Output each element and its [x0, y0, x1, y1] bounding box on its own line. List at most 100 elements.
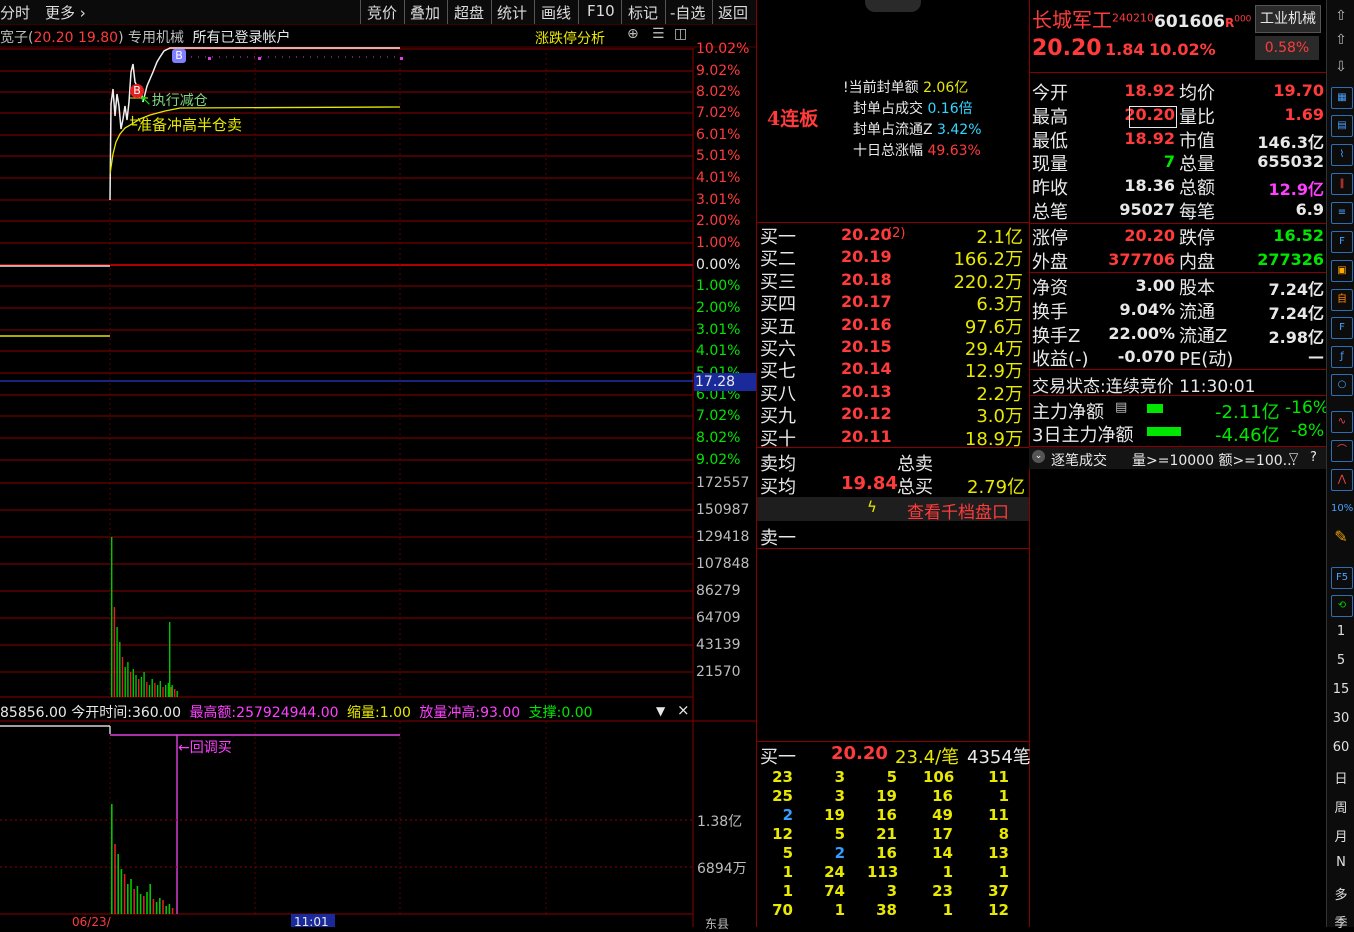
volume-bar [113, 607, 116, 697]
stat-label: 流通Z [1179, 325, 1228, 347]
settings-icon[interactable]: ⊕ [627, 26, 639, 42]
filter-icon[interactable]: ▽ [1289, 450, 1298, 464]
dropdown-icon[interactable]: ▼ [656, 704, 665, 718]
scroll-up-icon[interactable]: ⇧ [1331, 6, 1351, 26]
period-n[interactable]: N [1327, 855, 1354, 870]
queue-cell: 3 [886, 882, 897, 900]
queue-cell: 1 [782, 882, 793, 900]
tick-filter[interactable]: 量>=10000 额>=100... [1132, 450, 1296, 470]
circle-icon[interactable]: ○ [1331, 374, 1353, 396]
f10-icon[interactable]: F [1331, 231, 1353, 253]
pencil-icon[interactable]: ✎ [1331, 527, 1351, 547]
intraday-chart[interactable]: 宽子(20.20 19.80) 专用机械 所有已登录帐户 涨跌停分析 ⊕ ☰ ◫… [0, 24, 756, 931]
stat-value: 7 [1163, 152, 1175, 172]
tab-intraday[interactable]: 分时 [0, 2, 30, 23]
volume-bar [111, 537, 113, 697]
industry-badge[interactable]: 工业机械 [1255, 5, 1321, 33]
table-icon[interactable]: ▤ [1331, 115, 1353, 137]
period-week[interactable]: 周 [1327, 797, 1354, 816]
formula-icon[interactable]: ƒ [1331, 346, 1353, 368]
help-icon[interactable]: ? [1310, 450, 1317, 465]
mountain-icon[interactable]: ⌒ [1331, 440, 1353, 462]
depth-link[interactable]: 查看千档盘口 [907, 498, 1009, 523]
toolbar-button-overlay[interactable]: 叠加 [410, 2, 440, 23]
bid-price[interactable]: 20.17 [841, 292, 892, 311]
news-icon[interactable]: ▣ [1331, 260, 1353, 282]
toolbar-button-superdisk[interactable]: 超盘 [454, 2, 484, 23]
volume-bar [135, 675, 137, 697]
amount-bar [114, 844, 116, 914]
volume-bar [124, 667, 126, 697]
bid-price[interactable]: 20.15 [841, 337, 892, 356]
queue-cell: 25 [772, 787, 793, 805]
main-force-detail-icon[interactable]: ▤ [1115, 400, 1127, 415]
cursor-price: 17.28 [695, 374, 736, 390]
f5-icon[interactable]: F5 [1331, 567, 1353, 589]
queue-cell: 16 [932, 787, 953, 805]
refresh-icon[interactable]: ⟲ [1331, 595, 1353, 617]
volume-bar [171, 685, 173, 697]
queue-cell: 74 [824, 882, 845, 900]
toolbar-button-back[interactable]: 返回 [718, 2, 748, 23]
chart-icon[interactable]: ▦ [1331, 87, 1353, 109]
period-5min[interactable]: 5 [1327, 653, 1354, 668]
queue-cell: 1 [998, 787, 1009, 805]
wave-icon[interactable]: ∿ [1331, 411, 1353, 433]
toolbar-button-stats[interactable]: 统计 [497, 2, 527, 23]
volume-bar [162, 687, 164, 697]
order-book-panel: ⌃ 4连板 !当前封单额 2.06亿 封单占成交 0.16倍 封单占流通Z 3.… [756, 0, 1031, 927]
more-button[interactable]: 更多 › [45, 2, 86, 23]
stat-label: 净资 [1032, 278, 1068, 299]
queue-label: 买一 [760, 747, 796, 768]
arrow-down-icon[interactable]: ⇩ [1331, 57, 1351, 77]
queue-cell: 11 [988, 806, 1009, 824]
toolbar-button-mark[interactable]: 标记 [628, 2, 658, 23]
bid-price[interactable]: 20.18 [841, 270, 892, 289]
collapse-toggle-icon[interactable]: ⌃ [865, 0, 921, 12]
period-month[interactable]: 月 [1327, 826, 1354, 845]
tick-collapse-icon[interactable]: ⌄ [1032, 450, 1045, 463]
toolbar-button-f10[interactable]: F10 [587, 2, 615, 20]
stat-value: 18.92 [1124, 81, 1175, 100]
period-60min[interactable]: 60 [1327, 740, 1354, 755]
bid-price[interactable]: 20.14 [841, 359, 892, 378]
period-quarter[interactable]: 季 [1327, 912, 1354, 931]
buy-marker-blue[interactable]: B [172, 49, 186, 63]
list-icon[interactable]: ☰ [652, 26, 665, 42]
close-indicator-icon[interactable]: × [677, 701, 690, 719]
period-30min[interactable]: 30 [1327, 711, 1354, 726]
list-icon[interactable]: ≡ [1331, 202, 1353, 224]
self-icon[interactable]: 自 [1331, 289, 1353, 311]
f2-icon[interactable]: F [1331, 317, 1353, 339]
quote-panel: 长城军工240210601606R000 工业机械 20.20 1.84 10.… [1029, 0, 1329, 927]
zigzag-icon[interactable]: ⋀ [1331, 469, 1353, 491]
queue-count: 4354笔 [967, 747, 1031, 768]
toolbar-button-draw[interactable]: 画线 [541, 2, 571, 23]
bid-price[interactable]: 20.11 [841, 427, 892, 446]
panel-toggle-icon[interactable]: ◫ [674, 26, 687, 42]
axis-tick-label: 9.02% [696, 452, 741, 468]
arrow-up-icon[interactable]: ⇧ [1331, 30, 1351, 50]
ten-pct-icon[interactable]: 10% [1331, 499, 1353, 519]
period-day[interactable]: 日 [1327, 768, 1354, 787]
bid-price[interactable]: 20.19 [841, 247, 892, 266]
toolbar-button-watchlist[interactable]: -自选 [670, 2, 705, 23]
toolbar-button-auction[interactable]: 竞价 [367, 2, 397, 23]
amount-bar [155, 902, 158, 914]
bid-price[interactable]: 20.13 [841, 382, 892, 401]
line-chart-icon[interactable]: ⌇ [1331, 144, 1353, 166]
axis-tick-label: 3.01% [696, 192, 741, 208]
limit-analysis-link[interactable]: 涨跌停分析 [535, 28, 605, 48]
period-1min[interactable]: 1 [1327, 624, 1354, 639]
volume-bar [146, 682, 148, 697]
period-multi[interactable]: 多 [1327, 884, 1354, 903]
bid-price[interactable]: 20.20 [841, 225, 892, 244]
period-15min[interactable]: 15 [1327, 682, 1354, 697]
bid-price[interactable]: 20.16 [841, 315, 892, 334]
bid-price[interactable]: 20.12 [841, 404, 892, 423]
candle-icon[interactable]: ‖ [1331, 173, 1353, 195]
stat-value: 277326 [1257, 249, 1324, 269]
queue-cell: 16 [876, 844, 897, 862]
queue-cell: 2 [834, 844, 845, 862]
tick-header-label[interactable]: 逐笔成交 [1051, 450, 1107, 470]
